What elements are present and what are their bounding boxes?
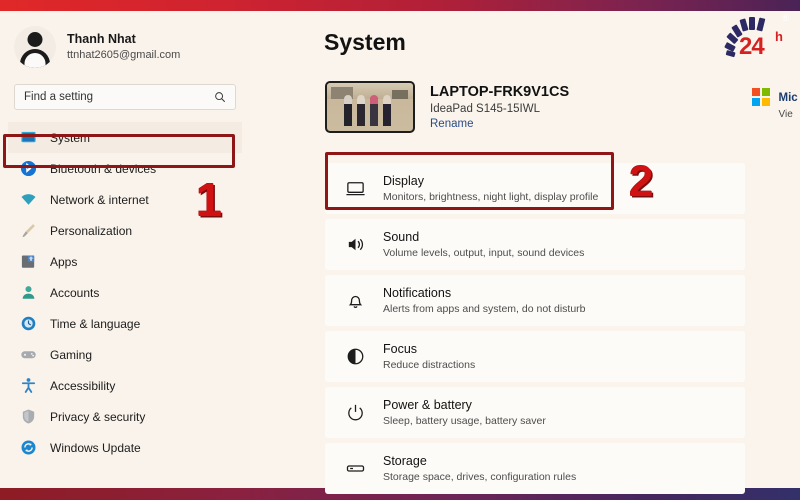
person-icon	[20, 284, 37, 301]
clock-icon	[20, 315, 37, 332]
settings-list: Display Monitors, brightness, night ligh…	[325, 163, 745, 499]
apps-icon	[20, 253, 37, 270]
annotation-step-1: 1	[196, 173, 223, 226]
row-subtitle: Sleep, battery usage, battery saver	[383, 414, 546, 427]
row-title: Sound	[383, 230, 420, 245]
storage-icon	[345, 458, 366, 479]
accessibility-icon	[20, 377, 37, 394]
refresh-icon	[20, 439, 37, 456]
power-icon	[345, 402, 366, 423]
account-header[interactable]: Thanh Nhat ttnhat2605@gmail.com	[0, 11, 250, 68]
sidebar-item-system[interactable]: System	[8, 122, 242, 153]
settings-row-sound[interactable]: Sound Volume levels, output, input, soun…	[325, 219, 745, 270]
row-title: Storage	[383, 454, 427, 469]
row-subtitle: Alerts from apps and system, do not dist…	[383, 302, 586, 315]
settings-row-focus[interactable]: Focus Reduce distractions	[325, 331, 745, 382]
gamepad-icon	[20, 346, 37, 363]
row-title: Power & battery	[383, 398, 472, 413]
settings-row-power-battery[interactable]: Power & battery Sleep, battery usage, ba…	[325, 387, 745, 438]
shield-icon	[20, 408, 37, 425]
sidebar-item-label: Time & language	[50, 316, 141, 331]
page-title: System	[324, 29, 406, 55]
sidebar-item-label: Accounts	[50, 285, 100, 300]
registered-mark: ®	[782, 13, 789, 23]
sidebar-item-time-language[interactable]: Time & language	[8, 308, 242, 339]
bluetooth-icon	[20, 160, 37, 177]
search-icon	[215, 92, 226, 103]
right-panel-title: Mic	[778, 92, 798, 104]
sidebar-item-label: Network & internet	[50, 192, 149, 207]
sidebar-item-label: System	[50, 130, 91, 145]
row-subtitle: Reduce distractions	[383, 358, 476, 371]
right-panel-subtitle: Vie	[778, 109, 793, 120]
wifi-icon	[20, 191, 37, 208]
settings-row-storage[interactable]: Storage Storage space, drives, configura…	[325, 443, 745, 494]
decorative-top-border	[0, 0, 800, 11]
row-subtitle: Monitors, brightness, night light, displ…	[383, 190, 599, 203]
settings-sidebar: Thanh Nhat ttnhat2605@gmail.com Find a s…	[0, 11, 250, 488]
row-title: Display	[383, 174, 424, 189]
device-name: LAPTOP-FRK9V1CS	[430, 84, 570, 100]
settings-main-panel: System LAPTOP-FRK9V1CS IdeaPad S145-15IW…	[250, 11, 800, 494]
annotation-step-2: 2	[629, 157, 654, 206]
row-title: Notifications	[383, 286, 452, 301]
row-subtitle: Volume levels, output, input, sound devi…	[383, 246, 585, 259]
sidebar-item-label: Windows Update	[50, 440, 141, 455]
speaker-icon	[345, 234, 366, 255]
microsoft-logo	[752, 88, 770, 106]
sidebar-item-label: Personalization	[50, 223, 133, 238]
device-photo	[325, 81, 415, 133]
monitor-icon	[20, 129, 37, 146]
row-subtitle: Storage space, drives, configuration rul…	[383, 470, 577, 483]
sidebar-item-privacy-security[interactable]: Privacy & security	[8, 401, 242, 432]
focus-icon	[345, 346, 366, 367]
right-side-panel[interactable]: Mic Vie	[752, 88, 800, 120]
sidebar-item-label: Privacy & security	[50, 409, 146, 424]
search-input[interactable]: Find a setting	[14, 84, 236, 110]
sidebar-item-apps[interactable]: Apps	[8, 246, 242, 277]
sidebar-item-label: Apps	[50, 254, 78, 269]
watermark-brand: 24	[739, 33, 765, 60]
settings-row-display[interactable]: Display Monitors, brightness, night ligh…	[325, 163, 745, 214]
sidebar-item-accounts[interactable]: Accounts	[8, 277, 242, 308]
bell-icon	[345, 290, 366, 311]
sidebar-item-label: Gaming	[50, 347, 93, 362]
sidebar-item-accessibility[interactable]: Accessibility	[8, 370, 242, 401]
row-title: Focus	[383, 342, 418, 357]
paintbrush-icon	[20, 222, 37, 239]
monitor-icon	[345, 178, 366, 199]
screenshot-root: Thanh Nhat ttnhat2605@gmail.com Find a s…	[0, 0, 800, 500]
sidebar-item-label: Bluetooth & devices	[50, 161, 157, 176]
device-summary: LAPTOP-FRK9V1CS IdeaPad S145-15IWL Renam…	[325, 81, 569, 133]
rename-link[interactable]: Rename	[430, 118, 569, 130]
account-name: Thanh Nhat	[67, 32, 136, 47]
account-email: ttnhat2605@gmail.com	[67, 49, 181, 62]
watermark-24h-logo: ® 24 h	[719, 11, 791, 67]
sidebar-item-gaming[interactable]: Gaming	[8, 339, 242, 370]
avatar	[14, 26, 56, 68]
watermark-superscript: h	[775, 29, 783, 44]
device-model: IdeaPad S145-15IWL	[430, 103, 540, 115]
sidebar-item-windows-update[interactable]: Windows Update	[8, 432, 242, 463]
sidebar-item-label: Accessibility	[50, 378, 116, 393]
settings-row-notifications[interactable]: Notifications Alerts from apps and syste…	[325, 275, 745, 326]
search-placeholder: Find a setting	[24, 91, 94, 103]
